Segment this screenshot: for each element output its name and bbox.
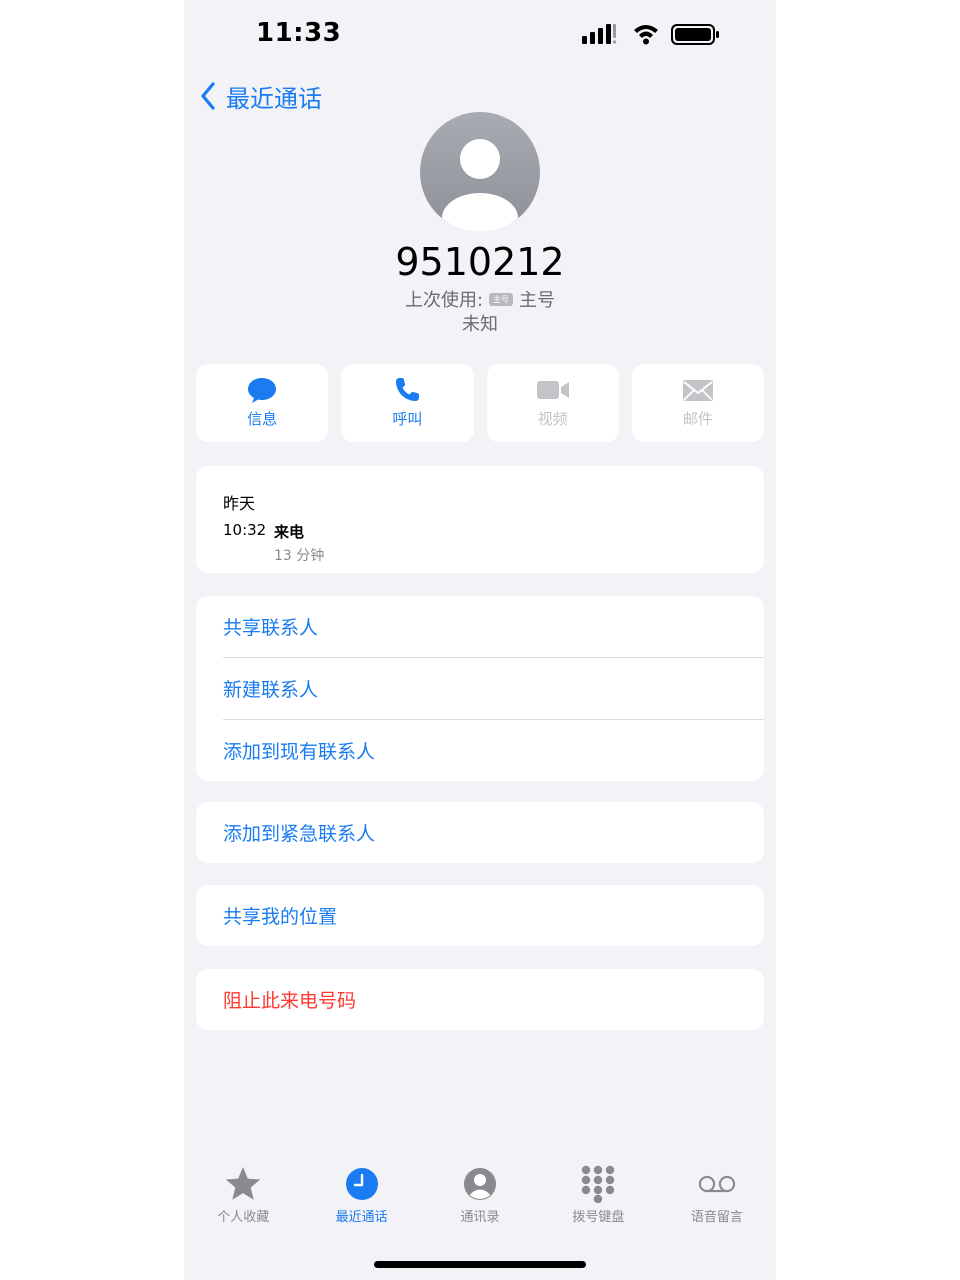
mail-button[interactable]: 邮件 xyxy=(631,364,764,442)
status-icons xyxy=(582,22,734,48)
add-emergency-contact-option[interactable]: 添加到紧急联系人 xyxy=(196,802,764,863)
tab-bar: 个人收藏 最近通话 通讯录 拨号键盘 语音留言 xyxy=(184,1164,776,1234)
avatar xyxy=(420,112,540,232)
tab-favorites-label: 个人收藏 xyxy=(217,1210,270,1225)
star-icon xyxy=(226,1167,261,1200)
tab-contacts[interactable]: 通讯录 xyxy=(421,1164,539,1234)
person-silhouette-icon xyxy=(442,139,518,232)
tab-recents[interactable]: 最近通话 xyxy=(302,1164,420,1234)
message-label: 信息 xyxy=(247,410,278,428)
call-button[interactable]: 呼叫 xyxy=(341,364,474,442)
back-button[interactable]: 最近通话 xyxy=(200,78,322,114)
call-history-card: 昨天 10:32 来电 13 分钟 xyxy=(196,466,764,573)
tab-voicemail[interactable]: 语音留言 xyxy=(658,1164,776,1234)
video-label: 视频 xyxy=(537,410,568,428)
location-card: 共享我的位置 xyxy=(196,885,764,946)
mail-label: 邮件 xyxy=(682,410,713,428)
action-buttons: 信息 呼叫 视频 邮件 xyxy=(196,364,764,442)
tab-voicemail-label: 语音留言 xyxy=(690,1210,743,1225)
phone-screen: 11:33 最近通话 9510212 上次使用: 主号 主号 未知 信息 呼叫 … xyxy=(184,0,776,1280)
new-contact-option[interactable]: 新建联系人 xyxy=(196,658,764,719)
cellular-signal-icon xyxy=(582,24,617,44)
chevron-left-icon xyxy=(201,82,215,110)
battery-icon xyxy=(671,24,719,45)
call-date: 昨天 xyxy=(223,494,256,513)
tab-keypad[interactable]: 拨号键盘 xyxy=(539,1164,657,1234)
contacts-person-icon xyxy=(464,1168,497,1200)
message-bubble-icon xyxy=(248,378,277,403)
back-label: 最近通话 xyxy=(226,84,322,113)
block-caller-option[interactable]: 阻止此来电号码 xyxy=(196,969,764,1030)
share-contact-option[interactable]: 共享联系人 xyxy=(196,596,764,657)
tab-recents-label: 最近通话 xyxy=(335,1210,388,1225)
phone-icon xyxy=(396,378,420,401)
video-camera-icon xyxy=(536,381,569,399)
caller-number: 9510212 xyxy=(395,240,565,284)
tab-contacts-label: 通讯录 xyxy=(460,1210,500,1225)
emergency-card: 添加到紧急联系人 xyxy=(196,802,764,863)
last-used-prefix: 上次使用: xyxy=(404,290,484,311)
tab-favorites[interactable]: 个人收藏 xyxy=(184,1164,302,1234)
call-time: 10:32 xyxy=(223,521,267,539)
last-used-line-name: 主号 xyxy=(519,290,556,311)
keypad-icon xyxy=(582,1165,615,1203)
tab-keypad-label: 拨号键盘 xyxy=(572,1210,625,1225)
envelope-icon xyxy=(682,380,713,401)
call-duration: 13 分钟 xyxy=(274,548,325,564)
block-card: 阻止此来电号码 xyxy=(196,969,764,1030)
video-button[interactable]: 视频 xyxy=(486,364,619,442)
home-indicator[interactable] xyxy=(374,1261,586,1268)
sim-badge: 主号 xyxy=(489,292,514,306)
caller-location: 未知 xyxy=(462,314,498,335)
add-to-existing-contact-option[interactable]: 添加到现有联系人 xyxy=(196,720,764,781)
contact-options-card: 共享联系人 新建联系人 添加到现有联系人 xyxy=(196,596,764,781)
wifi-icon xyxy=(634,25,658,45)
call-type: 来电 xyxy=(274,523,305,541)
share-location-option[interactable]: 共享我的位置 xyxy=(196,885,764,946)
clock-icon xyxy=(345,1168,378,1200)
last-used-line: 上次使用: 主号 主号 xyxy=(184,286,776,312)
call-label: 呼叫 xyxy=(392,410,423,428)
status-time: 11:33 xyxy=(256,18,342,48)
message-button[interactable]: 信息 xyxy=(196,364,329,442)
voicemail-icon xyxy=(698,1175,735,1193)
